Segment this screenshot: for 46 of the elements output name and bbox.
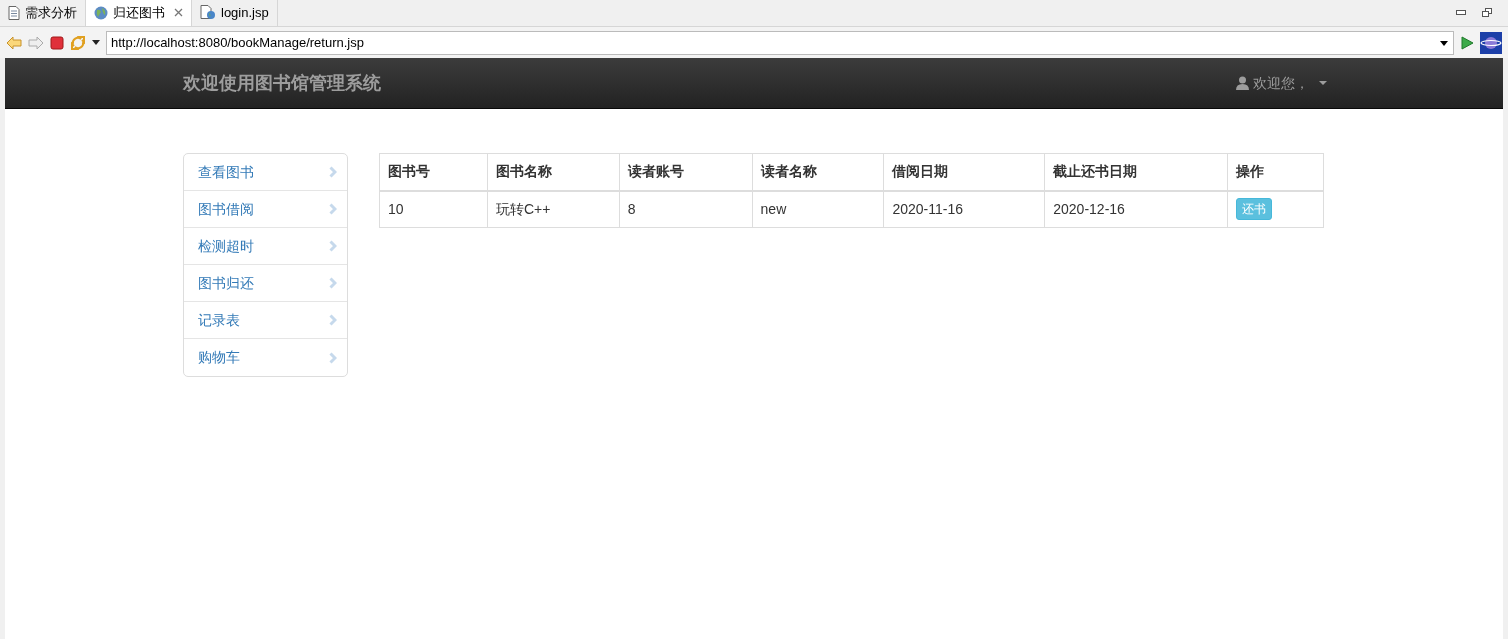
chevron-right-icon (329, 240, 337, 252)
globe-icon (94, 5, 108, 20)
url-field[interactable]: http://localhost:8080/bookManage/return.jsp (106, 30, 1454, 55)
chevron-right-icon (329, 203, 337, 215)
column-header: 读者名称 (752, 153, 884, 191)
column-header: 截止还书日期 (1044, 153, 1228, 191)
table-cell: 8 (619, 190, 753, 228)
document-icon (8, 5, 20, 20)
sidebar-item[interactable]: 图书借阅 (184, 191, 347, 228)
user-icon (1236, 76, 1249, 90)
caret-icon (1319, 81, 1327, 85)
restore-icon[interactable] (1482, 8, 1492, 17)
sidebar-item[interactable]: 检测超时 (184, 228, 347, 265)
column-header: 借阅日期 (883, 153, 1045, 191)
column-header: 图书号 (379, 153, 488, 191)
chevron-right-icon (329, 277, 337, 289)
tab-label: login.jsp (221, 3, 269, 22)
table-cell: 2020-12-16 (1044, 190, 1228, 228)
user-menu[interactable]: 欢迎您， (1236, 72, 1327, 94)
editor-tab[interactable]: 归还图书 (86, 0, 192, 26)
stop-icon[interactable] (50, 35, 64, 50)
column-header: 操作 (1227, 153, 1324, 191)
sidebar-item[interactable]: 记录表 (184, 302, 347, 339)
sidebar-item[interactable]: 查看图书 (184, 154, 347, 191)
chevron-right-icon (329, 314, 337, 326)
column-header: 读者账号 (619, 153, 753, 191)
minimize-icon[interactable] (1456, 10, 1466, 15)
table-cell: 2020-11-16 (883, 190, 1045, 228)
go-icon[interactable] (1460, 35, 1474, 50)
tab-label: 需求分析 (25, 3, 77, 22)
sidebar-item[interactable]: 图书归还 (184, 265, 347, 302)
table-cell: 10 (379, 190, 488, 228)
chevron-right-icon (329, 351, 337, 364)
dropdown-caret-icon[interactable] (1440, 40, 1448, 46)
sidebar-item[interactable]: 购物车 (184, 339, 347, 376)
editor-tab[interactable]: login.jsp (192, 0, 278, 26)
table-cell: new (752, 190, 884, 228)
planet-icon[interactable] (1480, 31, 1502, 54)
file-globe-icon (200, 5, 216, 20)
column-header: 图书名称 (487, 153, 620, 191)
close-icon[interactable] (174, 8, 183, 17)
chevron-right-icon (329, 166, 337, 178)
dropdown-caret-icon[interactable] (92, 40, 100, 45)
site-title[interactable]: 欢迎使用图书馆管理系统 (183, 69, 381, 97)
tab-label: 归还图书 (113, 3, 165, 22)
table-cell: 玩转C++ (487, 190, 620, 228)
